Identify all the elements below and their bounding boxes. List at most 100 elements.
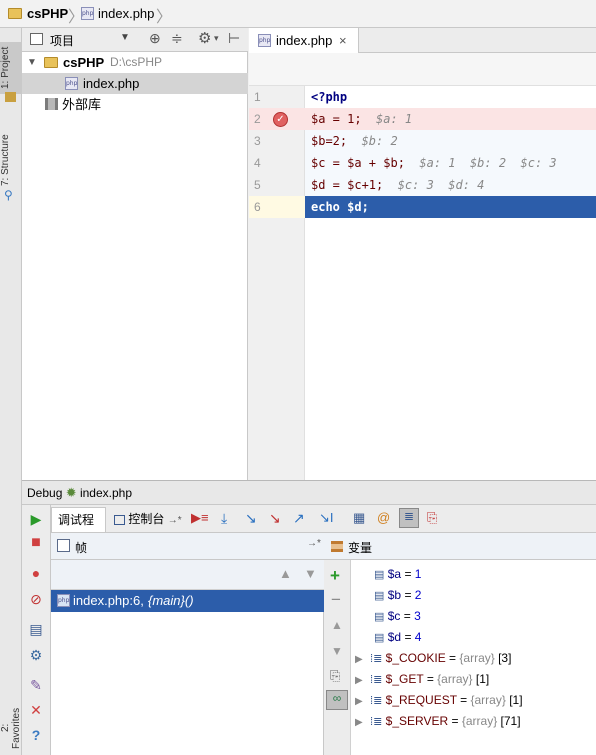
php-file-icon: php — [258, 34, 271, 47]
layout-icon[interactable]: ▤ — [26, 619, 46, 639]
line-number: 4 — [254, 156, 261, 170]
expand-arrow-icon[interactable]: ▼ — [27, 52, 37, 73]
pin-icon[interactable]: →* — [307, 538, 321, 549]
variable-row[interactable]: ▤ $b = 2 — [374, 585, 421, 606]
copy-icon[interactable]: ⎘ — [330, 668, 340, 684]
pin-tab-icon[interactable]: →* — [168, 515, 182, 526]
code-line-5: $d = $c+1; $c: 3 $d: 4 — [305, 174, 596, 196]
breadcrumb-file[interactable]: index.php — [98, 6, 154, 21]
watch-icon[interactable]: @ — [377, 510, 393, 526]
frames-icon — [57, 539, 70, 552]
frames-pane: 帧 →* ▲ ▼ php index.php:6, {main}() — [51, 533, 324, 755]
step-out-icon[interactable]: ↗ — [293, 510, 309, 526]
editor-tab-label: index.php — [276, 33, 333, 48]
array-icon: ⁞≣ — [370, 674, 383, 686]
variable-icon: ▤ — [374, 590, 385, 602]
variable-icon: ▤ — [374, 611, 385, 623]
tab-debugger[interactable]: 调试程序 — [51, 507, 106, 552]
tree-item-root[interactable]: ▼ csPHP D:\csPHP — [22, 52, 248, 73]
dropdown-arrow-icon[interactable]: ▼ — [120, 32, 130, 43]
frame-scope: {main}() — [148, 593, 194, 608]
frame-location: index.php:6, — [73, 593, 144, 608]
editor-gutter[interactable]: 1 2 3 4 5 6 ✓ — [249, 86, 305, 480]
move-down-icon[interactable]: ▼ — [331, 644, 343, 658]
settings-icon[interactable]: ⚙ — [26, 645, 46, 665]
code-line-4: $c = $a + $b; $a: 1 $b: 2 $c: 3 — [305, 152, 596, 174]
editor-tab-bar: php index.php × — [249, 28, 596, 53]
code-line-2: $a = 1; $a: 1 — [305, 108, 596, 130]
tree-item-external-libraries[interactable]: 外部库 — [22, 94, 248, 115]
global-row[interactable]: ▶ ⁞≣ $_COOKIE = {array} [3] — [355, 648, 511, 669]
breadcrumb-project[interactable]: csPHP — [27, 6, 68, 21]
code-editor[interactable]: <?php $a = 1; $a: 1 $b=2; $b: 2 $c = $a … — [305, 86, 596, 480]
global-row[interactable]: ▶ ⁞≣ $_REQUEST = {array} [1] — [355, 690, 523, 711]
project-icon — [5, 92, 16, 102]
hide-panel-icon[interactable]: ⊢ — [228, 30, 240, 47]
stop-icon[interactable]: ■ — [26, 533, 46, 553]
run-to-cursor-icon[interactable]: ↘I — [319, 510, 335, 526]
step-into-icon[interactable]: ↘ — [245, 510, 261, 526]
breakpoint-icon[interactable]: ✓ — [273, 112, 288, 127]
mute-breakpoints-icon[interactable]: ⊘ — [26, 589, 46, 609]
arrow-up-icon[interactable]: ▲ — [279, 566, 292, 581]
collapse-all-icon[interactable]: ≑ — [171, 30, 183, 47]
file-name: index.php — [83, 76, 140, 91]
root-name: csPHP — [63, 55, 105, 70]
tab-structure[interactable]: 7: Structure — [0, 132, 22, 188]
variables-toolbar: + − ▲ ▼ ⎘ ∞ — [324, 560, 351, 755]
move-up-icon[interactable]: ▲ — [331, 618, 343, 632]
pin-icon[interactable]: ✎ — [26, 675, 46, 695]
code-line-1: <?php — [311, 90, 348, 104]
show-execution-point-icon[interactable]: ▶≡ — [191, 510, 209, 526]
resume-icon[interactable]: ▶ — [26, 509, 46, 529]
variable-icon: ▤ — [374, 569, 385, 581]
php-file-icon: php — [65, 77, 78, 90]
chevron-down-icon[interactable]: ▾ — [214, 33, 219, 44]
project-panel: 项目 ▼ ⊕ ≑ ⚙ ▾ ⊢ ▼ csPHP D:\csPHP php inde… — [22, 28, 248, 480]
gear-icon[interactable]: ⚙ — [198, 29, 211, 47]
close-icon[interactable]: ✕ — [26, 700, 46, 720]
variable-row[interactable]: ▤ $c = 3 — [374, 606, 421, 627]
global-row[interactable]: ▶ ⁞≣ $_SERVER = {array} [71] — [355, 711, 521, 732]
tab-favorites[interactable]: 2: Favorites — [0, 702, 22, 754]
project-view-select[interactable]: 项目 — [50, 32, 74, 49]
tree-item-file[interactable]: php index.php — [22, 73, 248, 94]
external-libraries-label: 外部库 — [62, 97, 102, 112]
editor-tab-index-php[interactable]: php index.php × — [249, 28, 359, 53]
variable-icon: ▤ — [374, 632, 385, 644]
expand-arrow-icon[interactable]: ▶ — [355, 696, 363, 707]
step-over-icon[interactable]: ⤓ — [221, 510, 237, 526]
force-step-into-icon[interactable]: ↘ — [269, 510, 285, 526]
tab-project[interactable]: 1: Project — [0, 42, 22, 94]
tab-console[interactable]: 控制台 →* — [108, 507, 186, 532]
restore-layout-icon[interactable]: ⎘ — [427, 510, 443, 526]
line-number: 3 — [254, 134, 261, 148]
expand-arrow-icon[interactable]: ▶ — [355, 675, 363, 686]
scroll-from-source-icon[interactable]: ⊕ — [149, 30, 161, 47]
show-watches-icon[interactable]: ∞ — [326, 690, 348, 710]
variable-row[interactable]: ▤ $d = 4 — [374, 627, 421, 648]
add-watch-icon[interactable]: + — [330, 566, 340, 586]
left-tool-strip: 1: Project 7: Structure ⚲ 2: Favorites — [0, 28, 22, 755]
php-file-icon: php — [81, 7, 94, 20]
code-line-3: $b=2; $b: 2 — [305, 130, 596, 152]
help-icon[interactable]: ? — [26, 725, 46, 745]
variables-title: 变量 — [348, 541, 373, 555]
frame-row[interactable]: php index.php:6, {main}() — [51, 590, 324, 612]
show-values-inline-icon[interactable]: ≣ — [399, 508, 419, 528]
evaluate-expression-icon[interactable]: ▦ — [353, 510, 369, 526]
project-panel-header: 项目 ▼ ⊕ ≑ ⚙ ▾ ⊢ — [22, 28, 248, 52]
expand-arrow-icon[interactable]: ▶ — [355, 654, 363, 665]
view-breakpoints-icon[interactable]: ● — [26, 563, 46, 583]
variables-header: 变量 — [324, 533, 596, 560]
close-icon[interactable]: × — [339, 28, 347, 53]
global-row[interactable]: ▶ ⁞≣ $_GET = {array} [1] — [355, 669, 489, 690]
debug-title: Debug — [27, 486, 63, 500]
remove-watch-icon[interactable]: − — [331, 590, 341, 610]
expand-arrow-icon[interactable]: ▶ — [355, 717, 363, 728]
root-path: D:\csPHP — [110, 55, 163, 69]
line-number: 1 — [254, 90, 261, 104]
arrow-down-icon[interactable]: ▼ — [304, 566, 317, 581]
frames-toolbar: ▲ ▼ — [51, 560, 324, 590]
variable-row[interactable]: ▤ $a = 1 — [374, 564, 421, 585]
